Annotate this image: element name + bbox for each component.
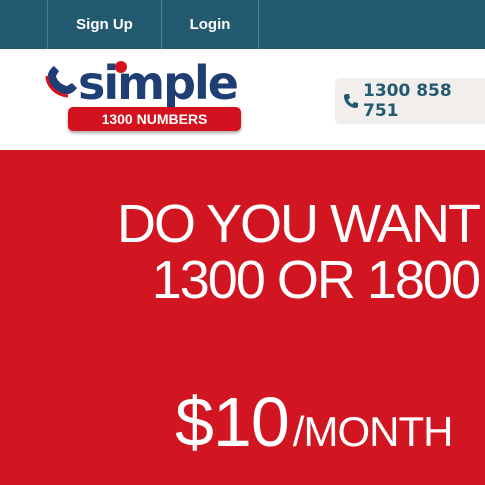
phone-number-button[interactable]: 1300 858 751 xyxy=(335,78,485,124)
price-unit: /MONTH xyxy=(292,408,454,455)
site-logo[interactable]: simple 1300 NUMBERS xyxy=(44,58,244,140)
phone-number-text: 1300 858 751 xyxy=(363,81,452,121)
hero-banner: DO YOU WANT 1300 OR 1800 $10/MONTH xyxy=(0,150,485,485)
logo-badge: 1300 NUMBERS xyxy=(68,107,241,131)
top-nav-bar: Sign Up Login xyxy=(0,0,485,49)
hero-heading-line-2: 1300 OR 1800 xyxy=(151,250,481,310)
logo-wordmark: simple xyxy=(78,56,239,110)
price-amount: $10 xyxy=(175,383,290,461)
hero-heading-line-1: DO YOU WANT xyxy=(116,194,481,254)
hero-heading: DO YOU WANT 1300 OR 1800 xyxy=(116,194,481,310)
site-header: simple 1300 NUMBERS 1300 858 751 xyxy=(0,49,485,150)
nav-login-link[interactable]: Login xyxy=(161,0,259,49)
logo-dot xyxy=(115,61,127,73)
nav-sign-up-link[interactable]: Sign Up xyxy=(47,0,161,49)
hero-price: $10/MONTH xyxy=(175,382,454,472)
phone-icon xyxy=(343,93,359,109)
